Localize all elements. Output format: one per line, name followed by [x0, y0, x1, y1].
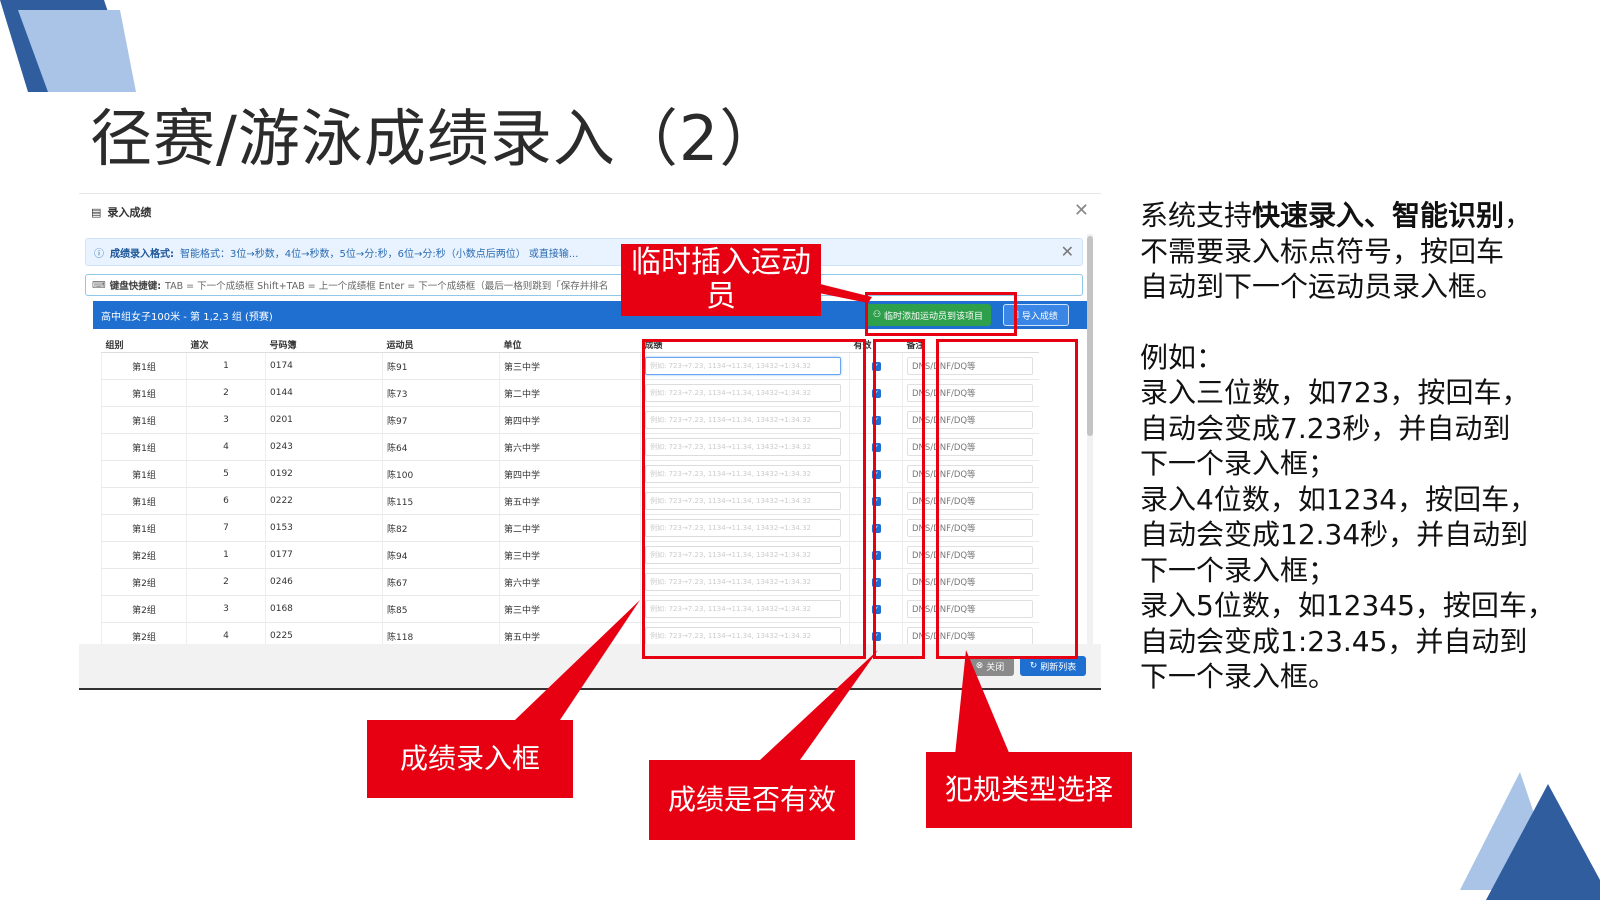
highlight-note-column: [936, 339, 1078, 659]
desc-line: 不需要录入标点符号，按回车: [1140, 234, 1505, 268]
label-insert-athlete: 临时插入运动员: [621, 244, 821, 316]
highlight-score-column: [642, 339, 866, 659]
desc-line: 自动到下一个运动员录入框。: [1140, 270, 1505, 303]
description-text: 系统支持快速录入、智能识别， 不需要录入标点符号，按回车 自动到下一个运动员录入…: [1140, 198, 1560, 695]
desc-line: 自动会变成7.23秒，并自动到: [1140, 411, 1511, 445]
desc-line: 录入4位数，如1234，按回车，: [1140, 482, 1538, 516]
label-valid: 成绩是否有效: [649, 760, 855, 840]
desc-line: 录入5位数，如12345，按回车，: [1140, 589, 1555, 622]
desc-line: 下一个录入框；: [1140, 447, 1337, 480]
desc-line: 录入三位数，如723，按回车，: [1140, 376, 1530, 409]
desc-line: 自动会变成12.34秒，并自动到: [1140, 518, 1529, 551]
desc-line: 下一个录入框。: [1140, 660, 1337, 693]
highlight-valid-column: [873, 339, 925, 659]
desc-line: 系统支持快速录入、智能识别，: [1140, 199, 1533, 232]
highlight-add-athlete: [865, 292, 1017, 336]
desc-line: 下一个录入框；: [1140, 553, 1337, 587]
desc-line: 例如：: [1140, 340, 1225, 374]
label-score-box: 成绩录入框: [367, 720, 573, 798]
label-foul-type: 犯规类型选择: [926, 752, 1132, 828]
desc-line: 自动会变成1:23.45，并自动到: [1140, 624, 1528, 658]
